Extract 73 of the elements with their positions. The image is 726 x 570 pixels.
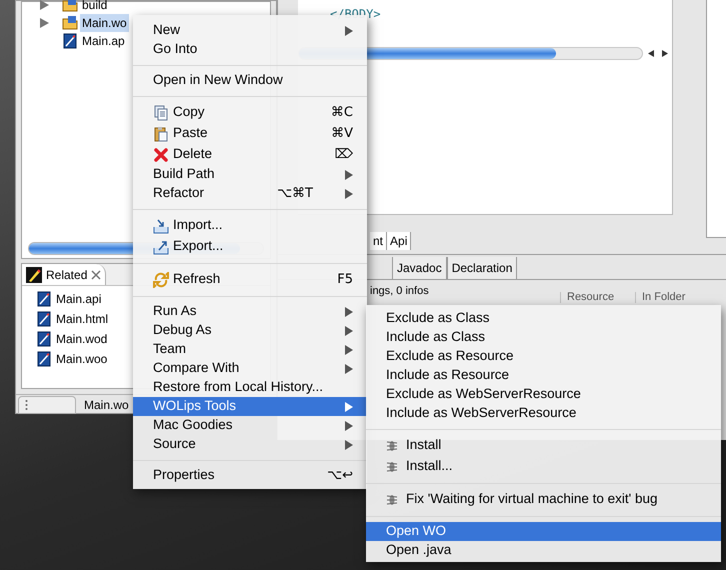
view-tab[interactable]: Declaration [446,257,518,279]
tree-item[interactable]: Main.ap [80,32,127,50]
close-icon[interactable] [91,270,102,280]
scroll-left-icon[interactable] [648,50,654,57]
tree-item[interactable]: build [80,0,110,14]
clipboard-icon [153,126,169,142]
editor-tab[interactable]: Main.wo [76,396,129,414]
menu-item[interactable]: Open WO [366,522,721,541]
menu-item[interactable]: Team [133,340,367,359]
code-line: </BODY> [330,6,381,23]
menu-item[interactable]: Install [366,435,721,456]
related-tab[interactable]: Related [22,264,106,285]
menu-item[interactable]: Go Into [133,40,367,59]
tab-title: Related [46,266,88,284]
list-item[interactable]: Main.wod [56,330,108,348]
shortcut: F5 [337,270,353,289]
menu-item[interactable]: Copy ⌘C [133,102,367,123]
menu-item[interactable]: Restore from Local History... [133,378,367,397]
menu-item[interactable]: Include as WebServerResource [366,404,721,423]
shortcut: ⌘C [330,104,353,122]
file-icon [62,33,78,49]
file-icon [36,291,52,307]
menu-item[interactable]: Compare With [133,359,367,378]
shortcut: ⌥↩ [327,466,353,485]
menu-item[interactable]: Run As [133,302,367,321]
status-text: ings, 0 infos [370,284,429,299]
scroll-right-icon[interactable] [662,50,668,57]
grip-icon [25,399,28,411]
list-item[interactable]: Main.html [56,310,108,328]
menu-item[interactable]: Open in New Window [133,71,367,90]
menu-item[interactable]: Properties ⌥↩ [133,466,367,485]
view-tab[interactable]: Javadoc [392,257,447,279]
menu-item[interactable]: Open .java [366,541,721,560]
delete-icon [153,146,169,162]
menu-item[interactable]: Import... [133,215,367,236]
file-icon [36,311,52,327]
menu-item[interactable]: Export... [133,236,367,257]
column-header[interactable]: Resource [560,292,635,303]
menu-item[interactable]: Include as Class [366,328,721,347]
menu-item[interactable]: Install... [366,456,721,477]
menu-item[interactable]: Source [133,435,367,454]
menu-item[interactable]: Mac Goodies [133,416,367,435]
tree-item[interactable]: Main.wo [80,14,129,32]
folder-icon [62,0,78,13]
menu-item[interactable]: WOLips Tools [133,397,367,416]
menu-item[interactable]: Debug As [133,321,367,340]
file-icon [36,331,52,347]
menu-item[interactable]: Refactor ⌥⌘T [133,184,367,203]
menu-item[interactable]: Exclude as WebServerResource [366,385,721,404]
file-icon [36,351,52,367]
shortcut: ⌥⌘T [277,184,313,203]
menu-item[interactable]: Refresh F5 [133,269,367,290]
menu-item[interactable]: New [133,21,367,40]
menu-item[interactable]: Exclude as Resource [366,347,721,366]
copy-icon [153,104,169,120]
shortcut: ⌘V [331,124,353,143]
import-icon [153,218,169,234]
brush-icon [26,266,42,282]
folder-icon [62,15,78,31]
menu-item[interactable]: Delete ⌦ [133,144,367,165]
menu-item[interactable]: Paste ⌘V [133,123,367,144]
column-header[interactable]: In Folder [635,292,710,303]
menu-item[interactable]: Fix 'Waiting for virtual machine to exit' bug [366,489,721,510]
editor-tab[interactable]: nt [370,232,388,250]
export-icon [153,238,169,254]
menu-item[interactable]: Exclude as Class [366,309,721,328]
menu-item[interactable]: Build Path [133,165,367,184]
menu-item[interactable]: Include as Resource [366,366,721,385]
refresh-icon [153,272,169,288]
list-item[interactable]: Main.api [56,290,102,308]
editor-tab[interactable]: Api [387,232,412,250]
shortcut: ⌦ [334,146,353,164]
list-item[interactable]: Main.woo [56,350,108,368]
